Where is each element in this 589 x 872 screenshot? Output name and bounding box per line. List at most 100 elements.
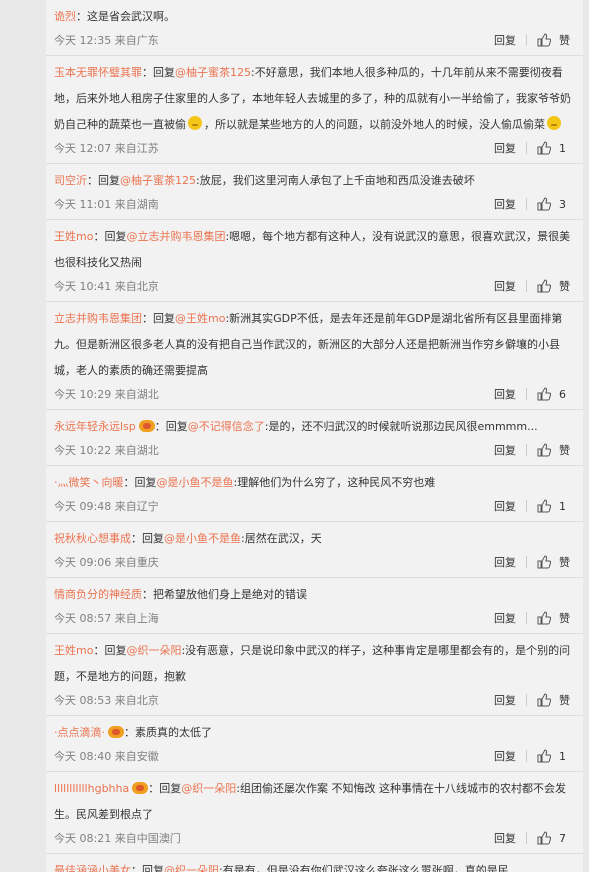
divider: [526, 388, 527, 400]
like-count: 3: [559, 197, 566, 211]
comment-item: lllllllllllhgbhha ：回复@织一朵阳:组团偷还屡次作案 不知悔改 …: [46, 772, 583, 854]
like-count: 赞: [559, 612, 570, 625]
comment-actions: 回复 1: [494, 138, 575, 158]
username-link[interactable]: ·灬微笑丶向暖: [54, 476, 124, 489]
timestamp-source: 今天 11:01 来自湖南: [54, 198, 159, 211]
timestamp-source: 今天 09:48 来自辽宁: [54, 500, 159, 513]
username-link[interactable]: 诡烈: [54, 10, 76, 23]
like-count: 赞: [559, 280, 570, 293]
comment-meta: 今天 08:40 来自安徽 回复 1: [54, 746, 575, 766]
comment-meta: 今天 10:22 来自湖北 回复 赞: [54, 440, 575, 460]
reply-prefix: 回复: [159, 782, 182, 795]
comment-text: 王姓mo：回复@立志并购韦恩集团:嗯嗯，每个地方都有这种人，没有说武汉的意思，很…: [54, 224, 575, 276]
reply-button[interactable]: 回复: [494, 610, 516, 626]
comment-text: 情商负分的神经质：把希望放他们身上是绝对的错误: [54, 582, 575, 608]
like-thumb-icon[interactable]: [537, 831, 551, 845]
reply-button[interactable]: 回复: [494, 830, 516, 846]
comment-actions: 回复 赞: [494, 276, 575, 296]
username-link[interactable]: 王姓mo: [54, 230, 93, 243]
like-count: 赞: [559, 34, 570, 47]
comment-body: :理解他们为什么穷了，这种民风不穷也难: [233, 476, 436, 489]
comment-text: 司空沂：回复@柚子蜜茶125:放屁，我们这里河南人承包了上千亩地和西瓜没谁去破坏: [54, 168, 575, 194]
mention-link[interactable]: @是小鱼不是鱼: [157, 476, 234, 489]
username-link[interactable]: 最佳涵涵小美女: [54, 864, 131, 872]
like-thumb-icon[interactable]: [537, 693, 551, 707]
username-link[interactable]: 永远年轻永远lsp: [54, 420, 136, 433]
comment-body: ：这是省会武汉啊。: [76, 10, 175, 23]
username-link[interactable]: 情商负分的神经质: [54, 588, 142, 601]
divider: [526, 444, 527, 456]
username-link[interactable]: ·点点滴滴·: [54, 726, 105, 739]
username-link[interactable]: lllllllllllhgbhha: [54, 782, 129, 795]
mention-link[interactable]: @柚子蜜茶125: [120, 174, 196, 187]
comment-text: 玉本无罪怀璧其罪：回复@柚子蜜茶125:不好意思，我们本地人很多种瓜的，十几年前…: [54, 60, 575, 138]
timestamp-source: 今天 10:22 来自湖北: [54, 444, 159, 457]
username-link[interactable]: 王姓mo: [54, 644, 93, 657]
like-thumb-icon[interactable]: [537, 141, 551, 155]
mention-link[interactable]: @织一朵阳: [126, 644, 181, 657]
reply-button[interactable]: 回复: [494, 748, 516, 764]
comment-body: ：把希望放他们身上是绝对的错误: [142, 588, 307, 601]
reply-prefix: 回复: [98, 174, 120, 187]
reply-button[interactable]: 回复: [494, 692, 516, 708]
like-thumb-icon[interactable]: [537, 555, 551, 569]
separator: ：: [87, 174, 98, 187]
comment-item: ·点点滴滴· ：素质真的太低了 今天 08:40 来自安徽 回复 1: [46, 716, 583, 772]
username-link[interactable]: 立志并购韦恩集团: [54, 312, 142, 325]
separator: ：: [123, 476, 135, 489]
comment-meta: 今天 10:29 来自湖北 回复 6: [54, 384, 575, 404]
comment-meta: 今天 12:35 来自广东 回复 赞: [54, 30, 575, 50]
comment-item: 诡烈：这是省会武汉啊。 今天 12:35 来自广东 回复 赞: [46, 0, 583, 56]
reply-button[interactable]: 回复: [494, 32, 516, 48]
reply-button[interactable]: 回复: [494, 196, 516, 212]
reply-prefix: 回复: [142, 864, 164, 872]
separator: ：: [148, 782, 160, 795]
username-link[interactable]: 玉本无罪怀璧其罪: [54, 66, 142, 79]
divider: [526, 832, 527, 844]
reply-prefix: 回复: [134, 476, 157, 489]
reply-button[interactable]: 回复: [494, 442, 516, 458]
reply-prefix: 回复: [142, 532, 164, 545]
username-link[interactable]: 祝秋秋心想事成: [54, 532, 131, 545]
comment-meta: 今天 08:53 来自北京 回复 赞: [54, 690, 575, 710]
comment-actions: 回复 赞: [494, 30, 575, 50]
mention-link[interactable]: @织一朵阳: [164, 864, 219, 872]
member-badge-icon: [138, 420, 155, 432]
mention-link[interactable]: @王姓mo: [175, 312, 225, 325]
reply-button[interactable]: 回复: [494, 498, 516, 514]
comment-item: 祝秋秋心想事成：回复@是小鱼不是鱼:居然在武汉，天 今天 09:06 来自重庆 回复…: [46, 522, 583, 578]
mention-link[interactable]: @不记得信念了: [188, 420, 265, 433]
comment-item: 王姓mo：回复@立志并购韦恩集团:嗯嗯，每个地方都有这种人，没有说武汉的意思，很…: [46, 220, 583, 302]
like-thumb-icon[interactable]: [537, 279, 551, 293]
comment-item: 玉本无罪怀璧其罪：回复@柚子蜜茶125:不好意思，我们本地人很多种瓜的，十几年前…: [46, 56, 583, 164]
comment-meta: 今天 10:41 来自北京 回复 赞: [54, 276, 575, 296]
timestamp-source: 今天 10:41 来自北京: [54, 280, 159, 293]
member-badge-icon: [108, 726, 124, 738]
mention-link[interactable]: @是小鱼不是鱼: [164, 532, 241, 545]
reply-button[interactable]: 回复: [494, 386, 516, 402]
like-thumb-icon[interactable]: [537, 33, 551, 47]
reply-prefix: 回复: [153, 312, 175, 325]
like-thumb-icon[interactable]: [537, 611, 551, 625]
comment-actions: 回复 6: [494, 384, 575, 404]
like-thumb-icon[interactable]: [537, 443, 551, 457]
like-thumb-icon[interactable]: [537, 749, 551, 763]
comment-list: 诡烈：这是省会武汉啊。 今天 12:35 来自广东 回复赞玉本无罪怀璧其罪：回复@柚…: [46, 0, 583, 872]
like-thumb-icon[interactable]: [537, 197, 551, 211]
comment-meta: 今天 08:21 来自中国澳门 回复 7: [54, 828, 575, 848]
like-thumb-icon[interactable]: [537, 499, 551, 513]
like-thumb-icon[interactable]: [537, 387, 551, 401]
mention-link[interactable]: @织一朵阳: [181, 782, 236, 795]
comment-item: 王姓mo：回复@织一朵阳:没有恶意，只是说印象中武汉的样子，这种事肯定是哪里都会…: [46, 634, 583, 716]
divider: [526, 280, 527, 292]
mention-link[interactable]: @立志并购韦恩集团: [126, 230, 225, 243]
mention-link[interactable]: @柚子蜜茶125: [175, 66, 251, 79]
reply-button[interactable]: 回复: [494, 140, 516, 156]
like-count: 7: [559, 831, 566, 845]
reply-button[interactable]: 回复: [494, 278, 516, 294]
timestamp-source: 今天 08:53 来自北京: [54, 694, 159, 707]
comment-actions: 回复 7: [494, 828, 575, 848]
username-link[interactable]: 司空沂: [54, 174, 87, 187]
divider: [526, 556, 527, 568]
reply-button[interactable]: 回复: [494, 554, 516, 570]
